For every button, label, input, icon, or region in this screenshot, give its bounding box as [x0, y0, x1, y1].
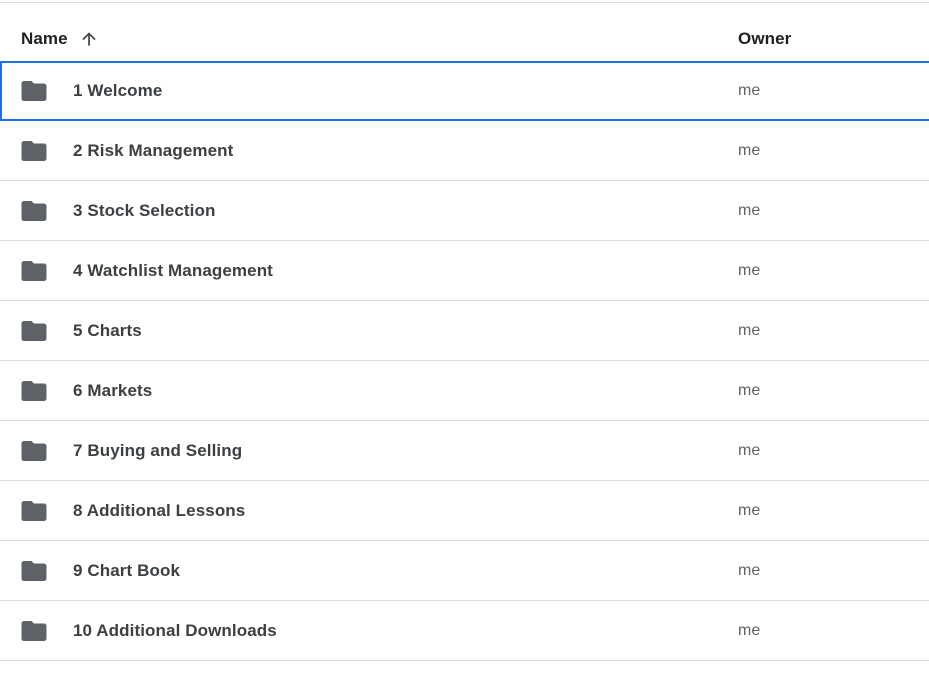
column-header-name-label: Name: [21, 29, 68, 49]
file-name: 4 Watchlist Management: [73, 261, 273, 281]
file-name: 6 Markets: [73, 381, 152, 401]
folder-icon: [19, 616, 49, 646]
file-row[interactable]: 5 Charts me: [0, 301, 929, 361]
folder-icon: [19, 496, 49, 526]
file-rows: 1 Welcome me 2 Risk Management me 3 Stoc…: [0, 61, 929, 661]
file-owner: me: [738, 562, 760, 580]
folder-icon: [19, 316, 49, 346]
file-row[interactable]: 2 Risk Management me: [0, 121, 929, 181]
folder-icon: [19, 136, 49, 166]
folder-icon: [19, 256, 49, 286]
folder-icon: [19, 196, 49, 226]
file-row[interactable]: 9 Chart Book me: [0, 541, 929, 601]
file-name: 10 Additional Downloads: [73, 621, 277, 641]
file-row[interactable]: 7 Buying and Selling me: [0, 421, 929, 481]
file-name: 5 Charts: [73, 321, 142, 341]
file-owner: me: [738, 82, 760, 100]
file-owner: me: [738, 442, 760, 460]
file-list: Name Owner 1 Welcome me 2 Risk Managemen…: [0, 0, 929, 661]
column-header-owner[interactable]: Owner: [738, 29, 791, 49]
file-name: 9 Chart Book: [73, 561, 180, 581]
folder-icon: [19, 556, 49, 586]
file-row[interactable]: 6 Markets me: [0, 361, 929, 421]
list-header: Name Owner: [0, 2, 929, 61]
column-header-name[interactable]: Name: [21, 29, 99, 49]
column-header-owner-label: Owner: [738, 29, 791, 49]
file-name: 3 Stock Selection: [73, 201, 215, 221]
file-owner: me: [738, 622, 760, 640]
file-row[interactable]: 8 Additional Lessons me: [0, 481, 929, 541]
file-name: 8 Additional Lessons: [73, 501, 245, 521]
file-owner: me: [738, 502, 760, 520]
file-row[interactable]: 4 Watchlist Management me: [0, 241, 929, 301]
file-row[interactable]: 3 Stock Selection me: [0, 181, 929, 241]
file-row[interactable]: 1 Welcome me: [0, 61, 929, 121]
folder-icon: [19, 376, 49, 406]
file-name: 7 Buying and Selling: [73, 441, 242, 461]
arrow-upward-icon: [79, 29, 99, 49]
file-owner: me: [738, 382, 760, 400]
file-owner: me: [738, 202, 760, 220]
file-owner: me: [738, 322, 760, 340]
folder-icon: [19, 76, 49, 106]
file-name: 1 Welcome: [73, 81, 162, 101]
file-owner: me: [738, 142, 760, 160]
file-name: 2 Risk Management: [73, 141, 233, 161]
file-row[interactable]: 10 Additional Downloads me: [0, 601, 929, 661]
file-owner: me: [738, 262, 760, 280]
folder-icon: [19, 436, 49, 466]
